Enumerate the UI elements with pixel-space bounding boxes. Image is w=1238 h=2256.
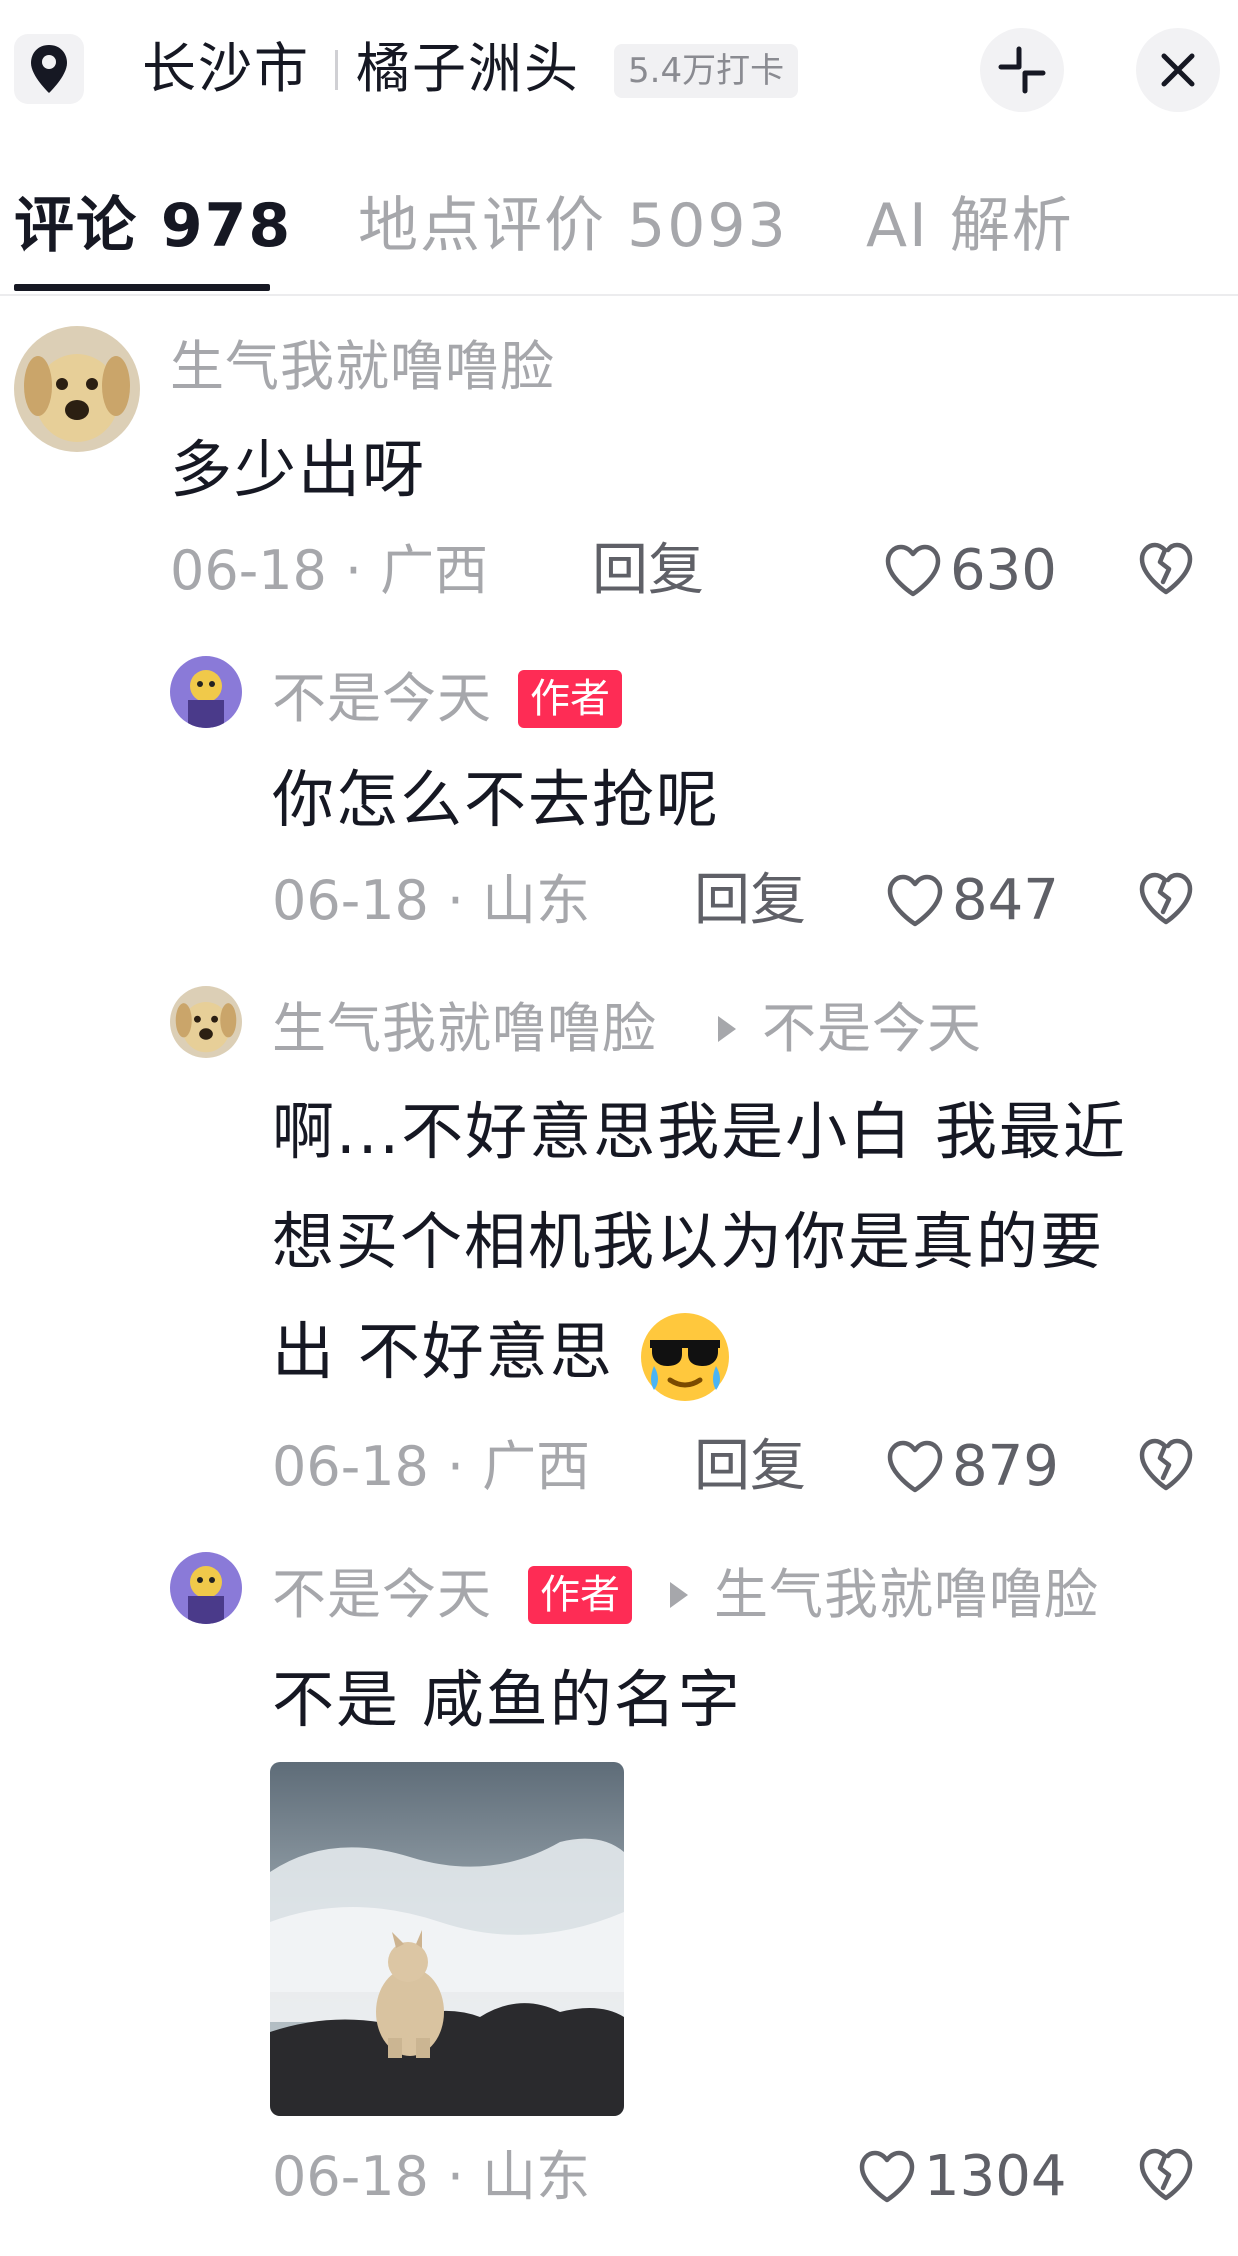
reply-button[interactable]: 回复 <box>694 1432 806 1502</box>
heart-icon <box>859 2150 915 2203</box>
like-count: 630 <box>950 538 1057 603</box>
reply-button[interactable]: 回复 <box>592 536 704 606</box>
comment-text-line: 啊...不好意思我是小白 我最近 <box>272 1095 1127 1168</box>
like-count: 847 <box>952 868 1059 933</box>
close-button[interactable] <box>1136 28 1220 112</box>
tab-ai-analysis[interactable]: AI 解析 <box>866 186 1074 266</box>
city-name[interactable]: 长沙市 <box>142 36 310 102</box>
collapse-icon <box>998 46 1046 94</box>
comment-text-line: 想买个相机我以为你是真的要 <box>272 1205 1105 1278</box>
dog-avatar-icon <box>14 326 140 452</box>
reply-to-username[interactable]: 生气我就噜噜脸 <box>714 1562 1099 1628</box>
dislike-button[interactable] <box>1138 2148 1194 2206</box>
dislike-button[interactable] <box>1138 1438 1194 1496</box>
comment-username[interactable]: 不是今天 <box>272 666 492 732</box>
comment-username[interactable]: 生气我就噜噜脸 <box>170 334 555 400</box>
place-name[interactable]: 橘子洲头 <box>356 36 580 102</box>
like-button[interactable]: 847 <box>886 866 1059 936</box>
comment-text: 多少出呀 <box>170 433 427 506</box>
tabs-divider <box>0 294 1238 296</box>
close-icon <box>1161 53 1195 87</box>
like-button[interactable]: 1304 <box>858 2142 1067 2212</box>
avatar[interactable] <box>170 986 242 1058</box>
heart-icon <box>885 544 941 597</box>
reply-button[interactable]: 回复 <box>694 866 806 936</box>
meta-dot: · <box>446 2145 465 2208</box>
heart-icon <box>887 874 943 927</box>
comment-date: 06-18 <box>272 1435 429 1498</box>
comment-image[interactable] <box>270 1762 624 2116</box>
reply-arrow-icon <box>670 1582 688 1608</box>
meta-dot: · <box>344 539 363 602</box>
tab-bar: 评论 978 地点评价 5093 AI 解析 <box>0 180 1238 296</box>
comment-text: 你怎么不去抢呢 <box>272 763 721 836</box>
comment-text: 不是 咸鱼的名字 <box>272 1663 742 1736</box>
comment-region: 广西 <box>380 539 489 602</box>
comment-date: 06-18 <box>272 2145 429 2208</box>
meta-dot: · <box>446 1435 465 1498</box>
avatar[interactable] <box>170 1552 242 1624</box>
comment-meta: 06-18 · 广西 <box>170 536 488 606</box>
checkin-count-badge: 5.4万打卡 <box>614 44 799 98</box>
reply-arrow-icon <box>718 1016 736 1042</box>
location-header: 长沙市 橘子洲头 5.4万打卡 <box>0 0 1238 140</box>
reply-to-username[interactable]: 不是今天 <box>762 996 982 1062</box>
dog-by-sea-image <box>270 1762 624 2116</box>
broken-heart-icon <box>1139 542 1193 595</box>
like-button[interactable]: 630 <box>884 536 1057 606</box>
comment-meta: 06-18 · 广西 <box>272 1432 590 1502</box>
meta-dot: · <box>446 869 465 932</box>
collapse-button[interactable] <box>980 28 1064 112</box>
comment-username[interactable]: 生气我就噜噜脸 <box>272 996 657 1062</box>
comment-region: 山东 <box>482 869 591 932</box>
location-pin-button[interactable] <box>14 34 84 104</box>
dog-avatar-icon <box>170 986 242 1058</box>
broken-heart-icon <box>1139 872 1193 925</box>
like-count: 879 <box>952 1434 1059 1499</box>
dislike-button[interactable] <box>1138 542 1194 600</box>
broken-heart-icon <box>1139 1438 1193 1491</box>
cartoon-avatar-icon <box>170 1552 242 1624</box>
author-badge: 作者 <box>528 1566 632 1624</box>
header-divider <box>335 50 338 90</box>
avatar[interactable] <box>14 326 140 452</box>
like-button[interactable]: 879 <box>886 1432 1059 1502</box>
avatar[interactable] <box>170 656 242 728</box>
cartoon-avatar-icon <box>170 656 242 728</box>
comment-meta: 06-18 · 山东 <box>272 2142 590 2212</box>
tab-place-reviews[interactable]: 地点评价 5093 <box>358 186 788 266</box>
broken-heart-icon <box>1139 2148 1193 2201</box>
comment-region: 广西 <box>482 1435 591 1498</box>
tab-active-indicator <box>14 284 270 291</box>
comment-text-line: 出 不好意思 <box>272 1315 614 1388</box>
location-pin-icon <box>31 45 67 93</box>
comment-region: 山东 <box>482 2145 591 2208</box>
heart-icon <box>887 1440 943 1493</box>
author-badge: 作者 <box>518 670 622 728</box>
comment-date: 06-18 <box>272 869 429 932</box>
dislike-button[interactable] <box>1138 872 1194 930</box>
comment-date: 06-18 <box>170 539 327 602</box>
comment-username[interactable]: 不是今天 <box>272 1562 492 1628</box>
like-count: 1304 <box>924 2144 1067 2209</box>
cool-crying-emoji-icon <box>638 1310 732 1408</box>
tab-comments[interactable]: 评论 978 <box>14 186 292 266</box>
comment-meta: 06-18 · 山东 <box>272 866 590 936</box>
